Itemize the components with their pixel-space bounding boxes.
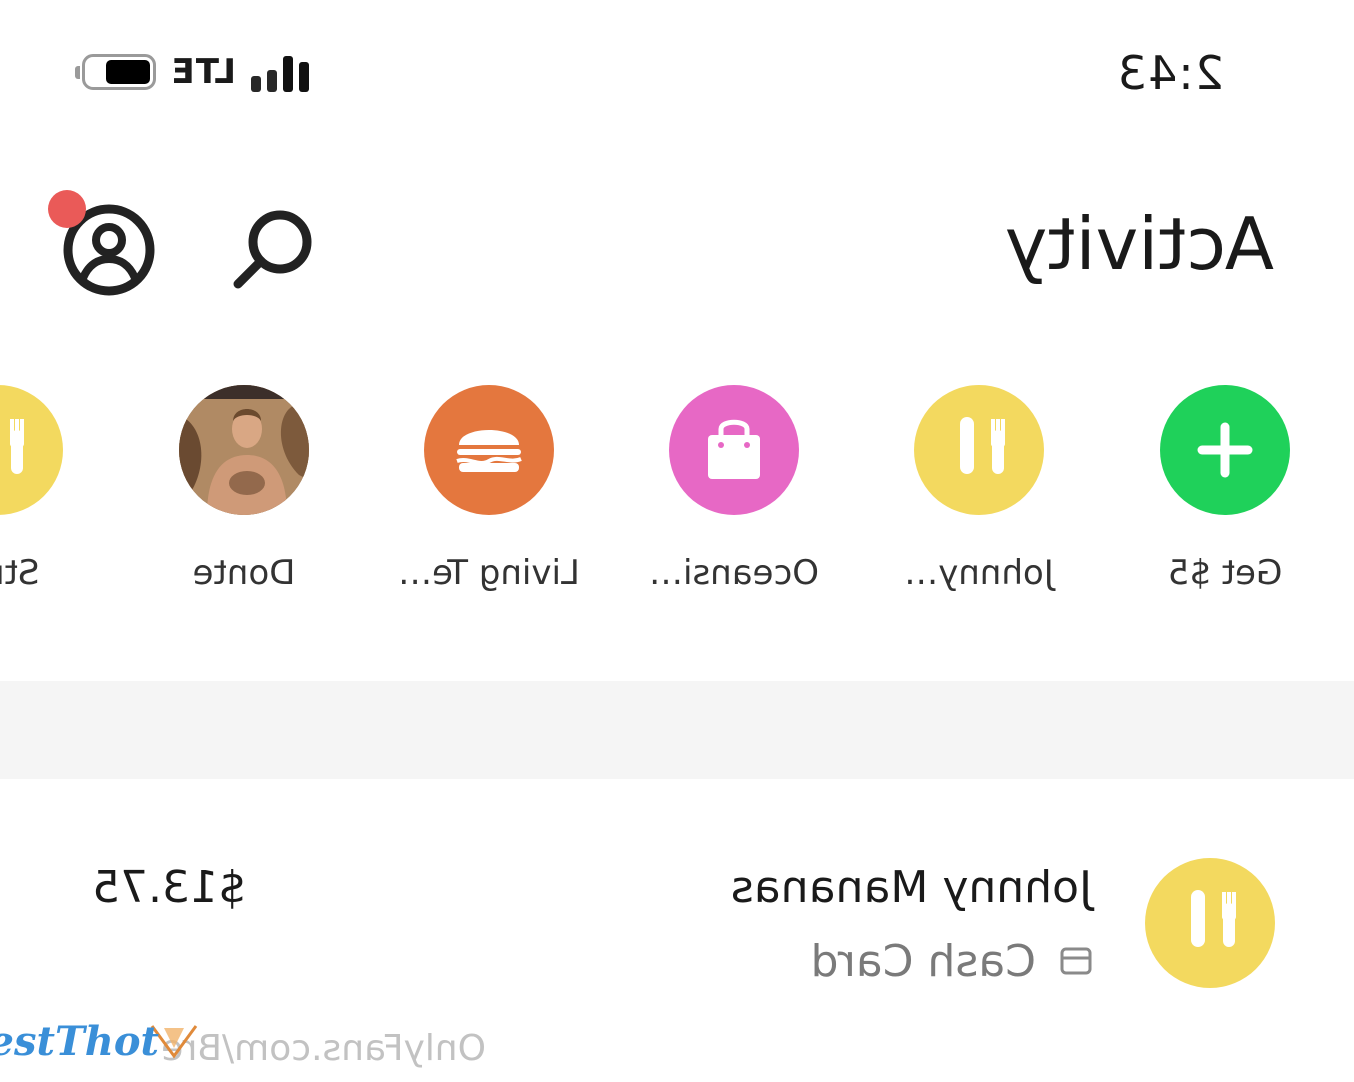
recent-item-label: Oceansi…: [649, 553, 819, 593]
battery-icon: [75, 54, 156, 90]
payment-method: Cash Card: [810, 936, 1036, 987]
mirrored-stage: 2:43 LTE Activity Get $5 Johnny… Oceansi…: [0, 0, 1354, 1080]
watermark-url: OnlyFans.com/Bre: [161, 1028, 486, 1069]
recent-item-oceansi[interactable]: Oceansi…: [619, 385, 849, 605]
recent-item-donte[interactable]: Donte: [129, 385, 359, 605]
fork-knife-icon: [914, 385, 1044, 515]
avatar: [179, 385, 309, 515]
transaction-name: Johnny Mananas: [730, 862, 1092, 913]
network-label: LTE: [170, 52, 236, 92]
transaction-row[interactable]: Johnny Mananas Cash Card $13.75: [0, 830, 1354, 1000]
plus-icon: [1160, 385, 1290, 515]
card-icon: [1060, 946, 1092, 976]
search-icon: [233, 210, 312, 289]
fork-knife-icon: [0, 385, 63, 515]
recent-item-label: Strat: [0, 553, 40, 593]
recent-item-label: Get $5: [1167, 553, 1283, 593]
shopping-bag-icon: [669, 385, 799, 515]
section-divider: [0, 681, 1354, 779]
watermark-logo-text: BestThot: [0, 1018, 159, 1065]
search-button[interactable]: [224, 200, 324, 300]
notification-badge: [48, 190, 86, 228]
recent-item-johnny[interactable]: Johnny…: [864, 385, 1094, 605]
recent-item-strat[interactable]: Strat: [0, 385, 113, 605]
recent-item-label: Donte: [192, 553, 296, 593]
transaction-amount: $13.75: [92, 862, 246, 913]
page-title: Activity: [1004, 202, 1274, 286]
signal-icon: [247, 54, 309, 92]
recent-contacts-row: Get $5 Johnny… Oceansi… Living Te… Donte…: [0, 385, 1354, 605]
recent-item-label: Living Te…: [398, 553, 580, 593]
recent-item-get-5[interactable]: Get $5: [1110, 385, 1340, 605]
recent-item-label: Johnny…: [904, 553, 1054, 593]
status-time: 2:43: [1116, 46, 1224, 100]
fork-knife-icon: [1145, 858, 1275, 988]
burger-icon: [424, 385, 554, 515]
recent-item-living-te[interactable]: Living Te…: [374, 385, 604, 605]
